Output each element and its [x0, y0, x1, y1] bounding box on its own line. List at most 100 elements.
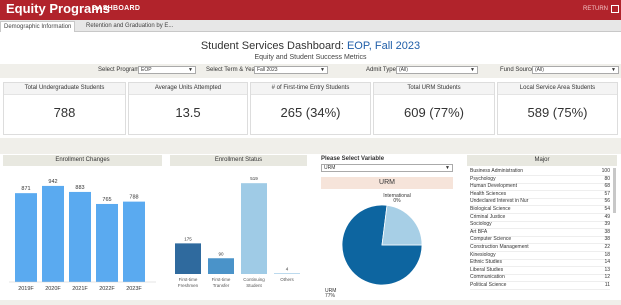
major-count: 57: [604, 190, 610, 197]
enrollment-changes-panel: Enrollment Changes 871 2019F 942 2020F 883 20…: [3, 155, 162, 300]
variable-select[interactable]: URM ▼: [321, 164, 453, 172]
kpi-label: # of First-time Entry Students: [251, 83, 370, 95]
return-link[interactable]: RETURN: [583, 6, 608, 12]
major-name: Art BFA: [470, 228, 488, 235]
chevron-down-icon: ▼: [188, 67, 193, 73]
pie-slice: [381, 204, 423, 246]
x-tick-label: First-time: [179, 277, 198, 282]
dashboard-title: Student Services Dashboard: EOP, Fall 20…: [200, 40, 421, 52]
bar-data-label: 765: [102, 197, 111, 203]
major-count: 12: [604, 274, 610, 281]
major-count: 100: [601, 168, 610, 174]
tab-demographic-information[interactable]: Demographic Information: [0, 21, 76, 32]
major-count: 11: [604, 282, 610, 288]
major-list-scrollbar[interactable]: [613, 168, 616, 213]
major-name: Health Sciences: [470, 190, 507, 197]
major-name: Construction Management: [470, 244, 529, 250]
urm-pie-chart: URM77%International0%: [325, 193, 423, 299]
term-select[interactable]: Fall 2023 ▼: [254, 66, 328, 74]
kpi-average-units: Average Units Attempted 13.5: [128, 82, 248, 135]
x-tick-label: 2020F: [45, 286, 61, 292]
major-count: 54: [604, 206, 610, 212]
admit-type-select[interactable]: (All) ▼: [396, 66, 478, 74]
status-bar: [208, 258, 234, 274]
major-count: 68: [604, 183, 610, 190]
major-name: Liberal Studies: [470, 266, 504, 273]
major-list-item[interactable]: Political Science 11: [470, 282, 610, 290]
major-count: 38: [604, 228, 610, 235]
major-count: 49: [604, 213, 610, 220]
status-bar: [274, 273, 300, 274]
major-count: 14: [604, 259, 610, 266]
kpi-value: 788: [53, 105, 76, 120]
chevron-down-icon: ▼: [320, 67, 325, 73]
x-tick-label: Freshmen: [178, 283, 199, 288]
top-bar: Equity Programs DASHBOARD RETURN: [0, 0, 621, 20]
dashboard-nav-link[interactable]: DASHBOARD: [92, 5, 140, 12]
enrollment-bar: [15, 193, 37, 282]
kpi-value: 609 (77%): [404, 105, 464, 120]
enrollment-status-chart: 175First-timeFreshmen90First-timeTransfe…: [175, 176, 300, 288]
x-tick-label: 2019F: [18, 286, 34, 292]
major-count: 80: [604, 175, 610, 182]
bar-data-label: 175: [184, 236, 192, 241]
exit-icon[interactable]: [611, 5, 619, 13]
enrollment-status-panel: Enrollment Status 175 First-time Freshmen 9…: [170, 155, 307, 300]
program-filter-label: Select Program: [98, 67, 140, 73]
status-bar: [175, 243, 201, 274]
variable-select-label: Please Select Variable: [321, 156, 385, 162]
admit-filter-label: Admit Type: [366, 67, 396, 73]
kpi-label: Local Service Area Students: [498, 83, 617, 95]
x-tick-label: 2023F: [126, 286, 142, 292]
status-bar: [241, 183, 267, 274]
kpi-label: Total Undergraduate Students: [4, 83, 125, 95]
major-name: Kinesiology: [470, 251, 496, 258]
kpi-value: 13.5: [175, 105, 201, 120]
major-count: 38: [604, 236, 610, 243]
major-count: 39: [604, 221, 610, 228]
filter-bar: Select Program EOP ▼ Select Term & Year F…: [0, 64, 621, 78]
x-tick-label: Transfer: [213, 283, 230, 288]
panel-title: Major: [467, 155, 617, 166]
urm-panel: Please Select Variable URM ▼ URM URM 77% I…: [319, 155, 456, 300]
bar-data-label: 942: [48, 179, 57, 185]
major-name: Political Science: [470, 282, 507, 288]
kpi-label: Average Units Attempted: [129, 83, 247, 95]
major-name: Computer Science: [470, 236, 512, 243]
kpi-value: 589 (75%): [527, 105, 588, 120]
enrollment-bar: [123, 201, 145, 282]
chevron-down-icon: ▼: [470, 67, 475, 73]
major-name: Criminal Justice: [470, 213, 506, 220]
x-tick-label: Continuing: [243, 277, 265, 282]
chevron-down-icon: ▼: [611, 67, 616, 73]
section-divider: [0, 138, 621, 154]
kpi-local-service-area: Local Service Area Students 589 (75%): [497, 82, 618, 135]
panel-title: Enrollment Status: [170, 155, 307, 166]
major-count: 18: [604, 251, 610, 258]
x-tick-label: First-time: [212, 277, 231, 282]
title-term: Fall 2023: [374, 40, 421, 52]
pie-label-international-value: 0%: [393, 198, 401, 204]
x-tick-label: 2021F: [72, 286, 88, 292]
bar-data-label: 871: [21, 186, 30, 192]
tab-bar: Demographic Information Retention and Gr…: [0, 20, 621, 32]
urm-title: URM: [321, 177, 453, 189]
program-select[interactable]: EOP ▼: [138, 66, 196, 74]
kpi-total-urm: Total URM Students 609 (77%): [373, 82, 495, 135]
major-panel: Major Business Administration 100 Psycholo…: [467, 155, 617, 300]
fund-source-select[interactable]: (All) ▼: [532, 66, 619, 74]
kpi-first-time-entry: # of First-time Entry Students 265 (34%): [250, 82, 371, 135]
term-filter-label: Select Term & Year: [206, 67, 257, 73]
fund-filter-label: Fund Source: [500, 67, 535, 73]
bar-data-label: 90: [218, 251, 224, 256]
bar-data-label: 883: [75, 185, 84, 191]
major-name: Psychology: [470, 175, 496, 182]
enrollment-bar: [96, 203, 118, 282]
bar-data-label: 519: [250, 176, 258, 181]
enrollment-bar: [69, 191, 91, 282]
title-program: EOP,: [346, 40, 372, 52]
enrollment-bar: [42, 185, 64, 282]
tab-retention-graduation[interactable]: Retention and Graduation by E...: [83, 21, 176, 31]
major-count: 22: [604, 244, 610, 250]
major-name: Business Administration: [470, 168, 524, 174]
